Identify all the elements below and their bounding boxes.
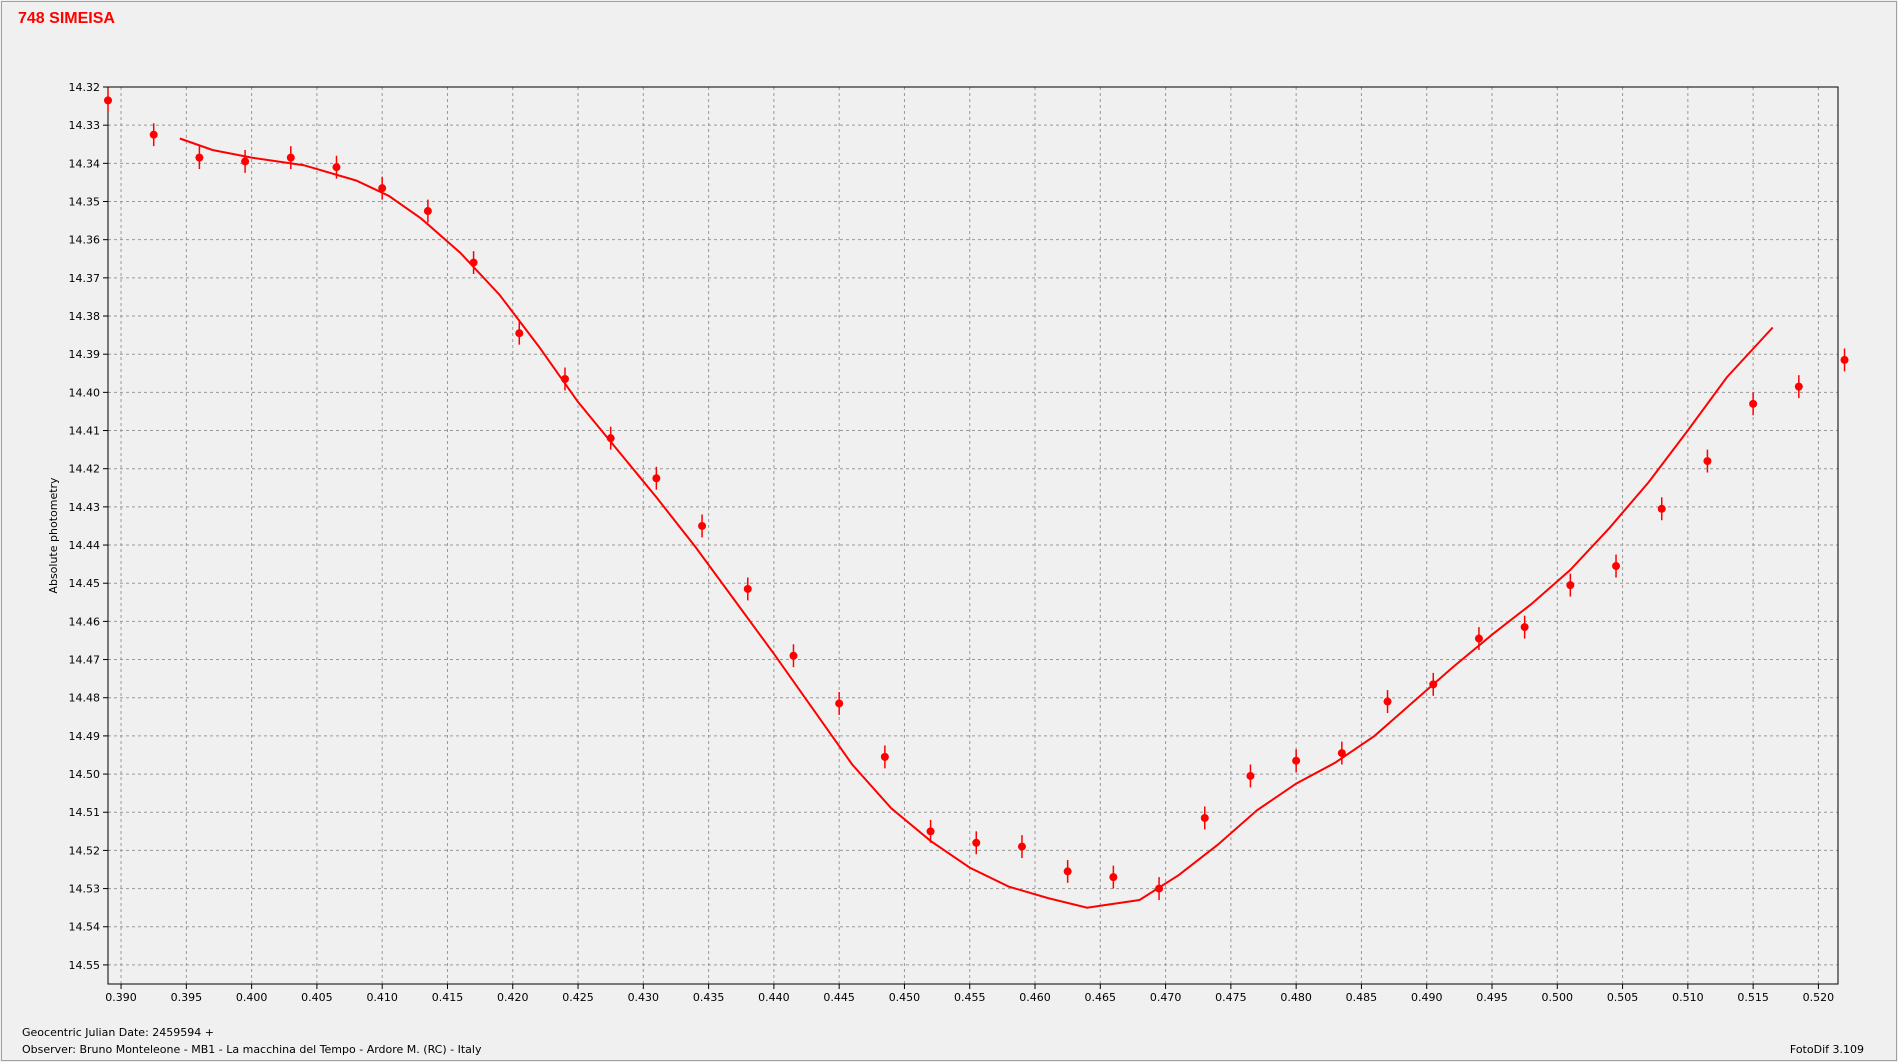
data-point xyxy=(1200,813,1209,822)
plot-area xyxy=(108,87,1838,984)
y-tick-label: 14.40 xyxy=(69,386,101,399)
y-tick-label: 14.52 xyxy=(69,844,101,857)
data-point xyxy=(606,434,615,443)
x-tick-label: 0.420 xyxy=(497,991,529,1004)
data-point xyxy=(1017,842,1026,851)
y-tick-label: 14.54 xyxy=(69,921,101,934)
data-point xyxy=(1474,634,1483,643)
x-tick-label: 0.485 xyxy=(1346,991,1378,1004)
data-point xyxy=(149,130,158,139)
y-tick-label: 14.42 xyxy=(69,463,101,476)
x-tick-label: 0.430 xyxy=(628,991,660,1004)
data-point xyxy=(743,584,752,593)
data-point xyxy=(1109,873,1118,882)
software-label: FotoDif 3.109 xyxy=(1789,1043,1864,1056)
x-tick-label: 0.465 xyxy=(1085,991,1117,1004)
data-point xyxy=(1383,697,1392,706)
y-tick-label: 14.53 xyxy=(69,883,101,896)
y-tick-label: 14.38 xyxy=(69,310,101,323)
x-tick-label: 0.450 xyxy=(889,991,921,1004)
y-tick-label: 14.50 xyxy=(69,768,101,781)
data-point xyxy=(1429,680,1438,689)
data-point xyxy=(1063,867,1072,876)
y-tick-label: 14.39 xyxy=(69,348,101,361)
x-tick-label: 0.400 xyxy=(236,991,268,1004)
x-tick-label: 0.445 xyxy=(823,991,855,1004)
data-point xyxy=(423,207,432,216)
data-point xyxy=(378,184,387,193)
light-curve-chart: 0.390 0.395 0.400 0.405 0.410 0.415 0.420 0.425… xyxy=(47,81,1849,1004)
x-tick-label: 0.495 xyxy=(1476,991,1508,1004)
x-tick-label: 0.470 xyxy=(1150,991,1182,1004)
data-point xyxy=(1246,771,1255,780)
y-axis-label: Absolute photometry xyxy=(47,477,60,594)
data-point xyxy=(926,827,935,836)
y-tick-label: 14.34 xyxy=(69,157,101,170)
y-tick-label: 14.37 xyxy=(69,272,101,285)
data-point xyxy=(1703,457,1712,466)
x-tick-label: 0.435 xyxy=(693,991,725,1004)
y-tick-label: 14.41 xyxy=(69,425,101,438)
x-tick-label: 0.515 xyxy=(1737,991,1769,1004)
x-tick-label: 0.500 xyxy=(1542,991,1574,1004)
data-point xyxy=(104,96,112,105)
data-point xyxy=(1292,756,1301,765)
data-point xyxy=(1749,399,1758,408)
x-tick-label: 0.480 xyxy=(1280,991,1312,1004)
x-tick-label: 0.490 xyxy=(1411,991,1443,1004)
x-tick-label: 0.425 xyxy=(562,991,594,1004)
x-tick-label: 0.520 xyxy=(1803,991,1835,1004)
x-tick-label: 0.475 xyxy=(1215,991,1247,1004)
y-tick-label: 14.36 xyxy=(69,234,101,247)
y-tick-label: 14.32 xyxy=(69,81,101,94)
x-tick-label: 0.455 xyxy=(954,991,986,1004)
data-point xyxy=(1155,884,1164,893)
data-point xyxy=(1520,623,1529,632)
x-tick-label: 0.395 xyxy=(171,991,203,1004)
x-tick-label: 0.510 xyxy=(1672,991,1704,1004)
y-tick-label: 14.55 xyxy=(69,959,101,972)
y-tick-label: 14.46 xyxy=(69,615,101,628)
data-point xyxy=(1840,355,1849,364)
x-tick-label: 0.405 xyxy=(301,991,333,1004)
data-point xyxy=(1657,504,1666,513)
x-tick-label: 0.505 xyxy=(1607,991,1639,1004)
x-tick-label: 0.410 xyxy=(366,991,398,1004)
x-tick-label: 0.440 xyxy=(758,991,790,1004)
y-tick-label: 14.45 xyxy=(69,577,101,590)
data-point xyxy=(1337,749,1346,758)
julian-date-label: Geocentric Julian Date: 2459594 + xyxy=(22,1026,214,1039)
data-point xyxy=(1794,382,1803,391)
observer-label: Observer: Bruno Monteleone - MB1 - La ma… xyxy=(22,1043,482,1056)
data-point xyxy=(698,521,707,530)
data-point xyxy=(241,157,250,166)
x-tick-label: 0.415 xyxy=(432,991,464,1004)
data-point xyxy=(880,752,889,761)
data-point xyxy=(469,258,478,267)
data-point xyxy=(1612,562,1621,571)
data-point xyxy=(1566,581,1575,590)
x-tick-label: 0.390 xyxy=(105,991,137,1004)
y-tick-label: 14.35 xyxy=(69,196,101,209)
data-point xyxy=(835,699,844,708)
y-tick-label: 14.47 xyxy=(69,654,101,667)
data-point xyxy=(332,163,341,172)
y-tick-label: 14.48 xyxy=(69,692,101,705)
data-point xyxy=(789,651,798,660)
y-tick-label: 14.44 xyxy=(69,539,101,552)
data-point xyxy=(560,375,569,384)
data-point xyxy=(972,838,981,847)
data-point xyxy=(195,153,204,162)
data-point xyxy=(286,153,295,162)
data-point xyxy=(652,474,661,483)
y-tick-label: 14.51 xyxy=(69,806,101,819)
y-tick-label: 14.33 xyxy=(69,119,101,132)
x-tick-label: 0.460 xyxy=(1019,991,1051,1004)
y-tick-label: 14.43 xyxy=(69,501,101,514)
data-point xyxy=(515,329,524,338)
y-tick-label: 14.49 xyxy=(69,730,101,743)
